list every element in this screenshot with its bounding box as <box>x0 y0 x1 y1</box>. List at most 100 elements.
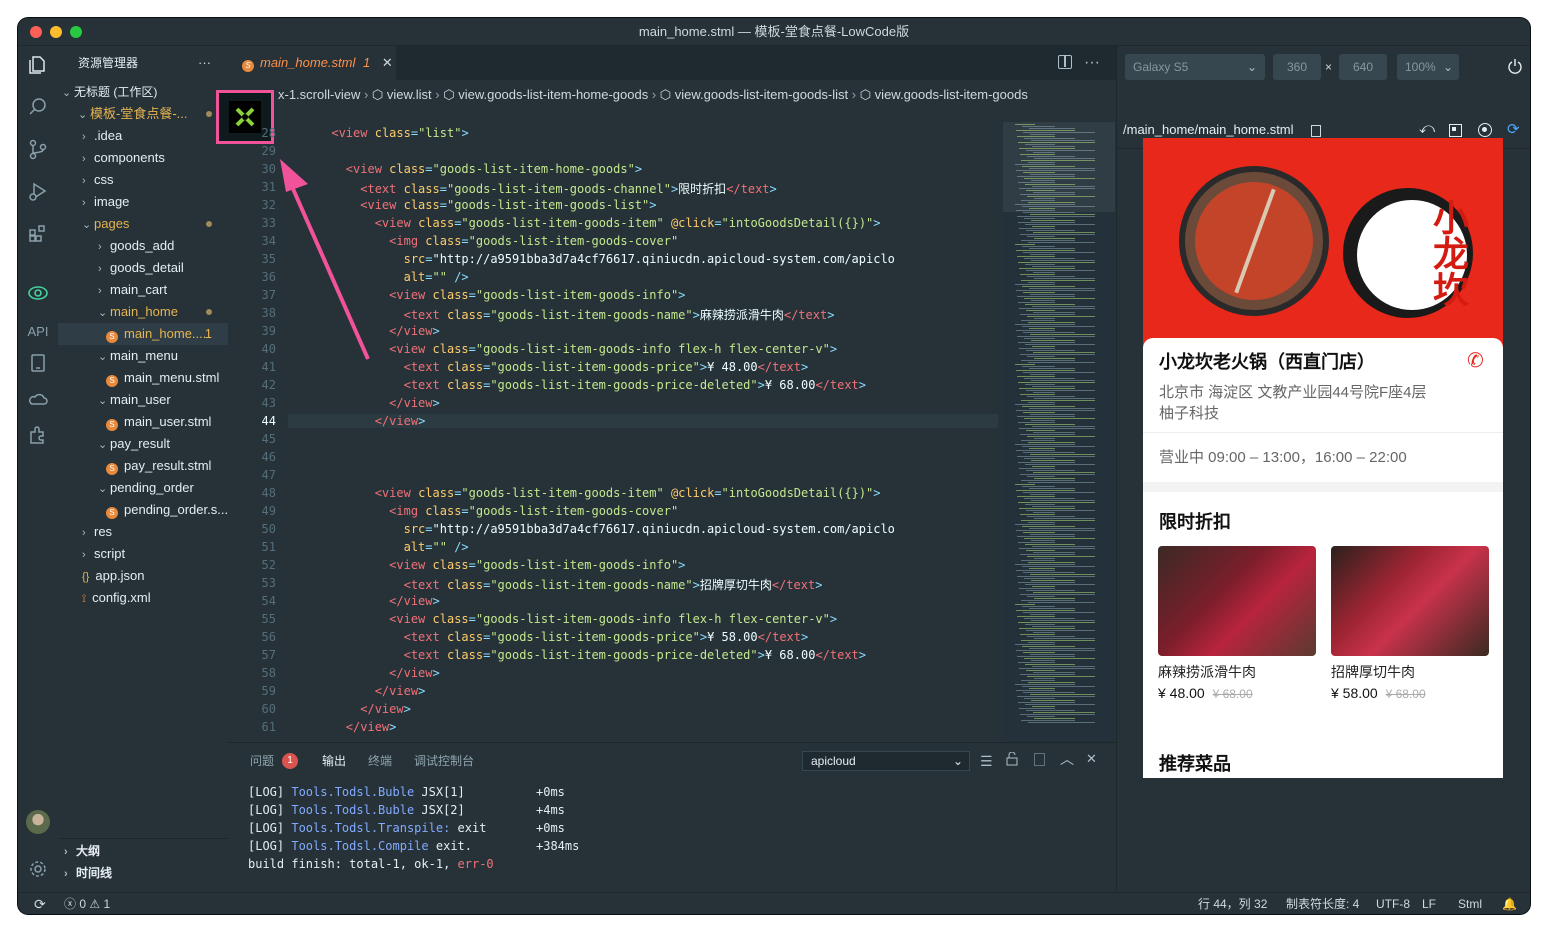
sync-icon[interactable]: ⟳ <box>34 893 46 914</box>
tree-item[interactable]: › image <box>58 191 228 213</box>
code-line[interactable]: <text class="goods-list-item-goods-name"… <box>288 306 835 323</box>
code-line[interactable]: </view> <box>288 702 411 716</box>
copy-path-icon[interactable] <box>1311 125 1321 137</box>
tree-item[interactable]: Spay_result.stml <box>58 455 228 477</box>
cloud-icon[interactable] <box>26 388 50 412</box>
code-line[interactable]: <text class="goods-list-item-goods-price… <box>288 378 866 392</box>
code-line[interactable]: alt="" /> <box>288 270 469 284</box>
bell-icon[interactable]: 🔔 <box>1502 893 1517 914</box>
copy-icon[interactable] <box>1034 753 1045 766</box>
language-mode[interactable]: Stml <box>1458 893 1482 914</box>
tree-item[interactable]: › goods_add <box>58 235 228 257</box>
tree-item[interactable]: {} app.json <box>58 565 228 587</box>
code-line[interactable]: <text class="goods-list-item-goods-price… <box>288 648 866 662</box>
tree-item[interactable]: › res <box>58 521 228 543</box>
tree-item[interactable]: ⌄ pay_result <box>58 433 228 455</box>
output-channel-select[interactable]: apicloud ⌄ <box>802 751 970 771</box>
code-line[interactable]: <view class="goods-list-item-goods-info"… <box>288 288 685 302</box>
tab-debug-console[interactable]: 调试控制台 <box>414 743 474 779</box>
code-line[interactable]: <text class="goods-list-item-goods-price… <box>288 360 809 374</box>
code-line[interactable]: <view class="goods-list-item-goods-info"… <box>288 558 685 572</box>
tree-item[interactable]: › .idea <box>58 125 228 147</box>
search-icon[interactable] <box>26 96 50 120</box>
code-line[interactable]: </view> <box>288 396 440 410</box>
gear-icon[interactable] <box>26 858 50 882</box>
outline-section[interactable]: › 大纲 <box>58 840 228 862</box>
goods-item[interactable]: 招牌厚切牛肉 ¥ 58.00 ¥ 68.00 <box>1331 546 1489 701</box>
code-line[interactable]: <text class="goods-list-item-goods-name"… <box>288 576 823 593</box>
problems-status[interactable]: ⓧ 0 ⚠ 1 <box>64 893 110 914</box>
qrcode-icon[interactable] <box>1449 124 1462 137</box>
encoding[interactable]: UTF-8 <box>1376 893 1410 914</box>
tree-item[interactable]: Smain_home.... 1 <box>58 323 228 345</box>
code-line[interactable]: </view> <box>288 666 440 680</box>
device-icon[interactable] <box>26 352 50 376</box>
avatar[interactable] <box>26 810 50 834</box>
code-line[interactable]: <view class="goods-list-item-goods-item"… <box>288 486 881 500</box>
code-line[interactable]: <text class="goods-list-item-goods-price… <box>288 630 809 644</box>
cursor-position[interactable]: 行 44，列 32 <box>1198 893 1267 914</box>
tree-item[interactable]: › css <box>58 169 228 191</box>
minimize-window-button[interactable] <box>50 26 62 38</box>
lock-icon[interactable] <box>1006 751 1018 766</box>
plugin-icon[interactable] <box>26 424 50 448</box>
code-area[interactable]: 28 <view class="list"> 29 30 <view class="… <box>228 122 998 742</box>
workspace-root[interactable]: ⌄ 无标题 (工作区) <box>58 81 228 103</box>
extensions-icon[interactable] <box>26 222 50 246</box>
height-input[interactable]: 640 <box>1339 54 1387 80</box>
code-line[interactable]: </view> <box>288 684 426 698</box>
tree-item[interactable]: Smain_menu.stml <box>58 367 228 389</box>
code-line[interactable]: src="http://a9591bba3d7a4cf76617.qiniucd… <box>288 252 895 266</box>
project-folder[interactable]: ⌄ 模板-堂食点餐-... <box>58 103 228 125</box>
tree-item[interactable]: ⌄ main_user <box>58 389 228 411</box>
maximize-panel-icon[interactable]: ︿ <box>1060 749 1074 769</box>
tree-item[interactable]: › script <box>58 543 228 565</box>
breadcrumb-item[interactable]: ⬡ view.goods-list-item-goods <box>860 87 1028 102</box>
source-control-icon[interactable] <box>26 138 50 162</box>
output-log[interactable]: [LOG] Tools.Todsl.Buble JSX[1] +0ms [LOG] … <box>248 785 1088 871</box>
tab-main-home[interactable]: Smain_home.stml 1 ✕ <box>228 46 396 80</box>
width-input[interactable]: 360 <box>1273 54 1321 80</box>
tree-item[interactable]: › components <box>58 147 228 169</box>
code-line[interactable]: </view> <box>288 324 440 338</box>
tab-terminal[interactable]: 终端 <box>368 743 392 779</box>
minimap[interactable] <box>1003 122 1115 742</box>
goods-item[interactable]: 麻辣捞派滑牛肉 ¥ 48.00 ¥ 68.00 <box>1158 546 1316 701</box>
breadcrumb-item[interactable]: ⬡ view.goods-list-item-goods-list <box>660 87 848 102</box>
preview-eye-icon[interactable] <box>26 282 50 306</box>
tree-item[interactable]: ⌄ main_menu <box>58 345 228 367</box>
code-line[interactable]: </view> <box>288 720 397 734</box>
run-debug-icon[interactable] <box>26 180 50 204</box>
tab-size[interactable]: 制表符长度: 4 <box>1286 893 1359 914</box>
tab-problems[interactable]: 问题 <box>250 743 274 779</box>
code-line[interactable]: <view class="goods-list-item-goods-list"… <box>288 198 656 212</box>
code-line[interactable]: <view class="goods-list-item-goods-info … <box>288 342 837 356</box>
code-line[interactable]: <img class="goods-list-item-goods-cover" <box>288 504 678 518</box>
breadcrumb-item[interactable]: x-1.scroll-view <box>278 87 360 102</box>
code-line[interactable]: src="http://a9591bba3d7a4cf76617.qiniucd… <box>288 522 895 536</box>
tree-item[interactable]: ⌄ pages <box>58 213 228 235</box>
refresh-icon[interactable]: ⟳ <box>1507 120 1520 138</box>
tree-item[interactable]: › goods_detail <box>58 257 228 279</box>
code-line[interactable]: <img class="goods-list-item-goods-cover" <box>288 234 678 248</box>
zoom-window-button[interactable] <box>70 26 82 38</box>
zoom-select[interactable]: 100% ⌄ <box>1397 54 1459 80</box>
breadcrumb-item[interactable]: ⬡ view.goods-list-item-home-goods <box>443 87 648 102</box>
clear-output-icon[interactable]: ☰ <box>980 753 993 770</box>
close-window-button[interactable] <box>30 26 42 38</box>
target-icon[interactable] <box>1478 123 1492 137</box>
phone-icon[interactable]: ✆ <box>1467 348 1484 373</box>
code-line[interactable]: <view class="goods-list-item-home-goods"… <box>288 162 642 176</box>
back-icon[interactable]: ⤺ <box>1419 120 1435 137</box>
code-line[interactable]: <view class="goods-list-item-goods-info … <box>288 612 837 626</box>
tree-item[interactable]: ⌄ main_home <box>58 301 228 323</box>
tree-item[interactable]: ⟟ config.xml <box>58 587 228 609</box>
api-icon[interactable]: API <box>26 320 50 344</box>
close-panel-icon[interactable]: ✕ <box>1086 751 1097 767</box>
code-line[interactable]: <text class="goods-list-item-goods-chann… <box>288 180 777 197</box>
line-ending[interactable]: LF <box>1422 893 1436 914</box>
tree-item[interactable]: ⌄ pending_order <box>58 477 228 499</box>
explorer-icon[interactable] <box>26 54 50 78</box>
code-line[interactable]: <view class="list"> <box>288 126 468 140</box>
split-editor-icon[interactable] <box>1058 55 1072 69</box>
